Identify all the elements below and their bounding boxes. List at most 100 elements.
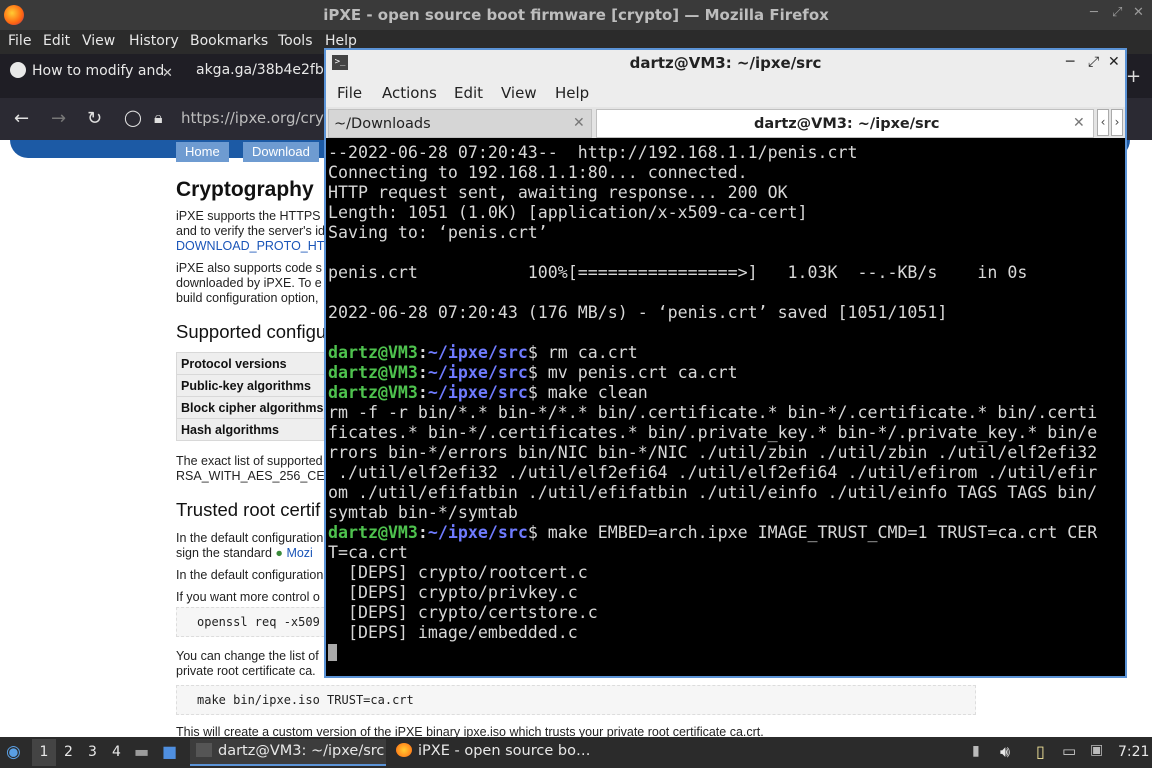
task-terminal[interactable]: dartz@VM3: ~/ipxe/src [190, 739, 386, 766]
clock[interactable]: 7:21 [1118, 744, 1149, 760]
close-icon[interactable]: ✕ [1133, 5, 1144, 20]
url-bar[interactable]: https://ipxe.org/cryp [181, 109, 333, 127]
term-menu-file[interactable]: File [337, 84, 362, 102]
terminal-titlebar: >_ dartz@VM3: ~/ipxe/src ─ ⤢ ✕ [326, 50, 1125, 77]
paragraph: The exact list of supported RSA_WITH_AES_… [176, 454, 325, 483]
terminal-line: 2022-06-28 07:20:43 (176 MB/s) - ‘penis.… [328, 303, 948, 322]
tab-label: How to modify and [32, 63, 165, 79]
tab-label: ~/Downloads [334, 116, 431, 132]
tab-close-icon[interactable]: ✕ [162, 66, 173, 81]
terminal-line: dartz@VM3:~/ipxe/src$ make clean [328, 383, 648, 402]
reload-icon[interactable]: ↻ [87, 108, 102, 129]
tab-close-icon[interactable]: ✕ [1073, 115, 1085, 131]
taskbar: ◉ 1 2 3 4 ▬ ■ dartz@VM3: ~/ipxe/src iPXE… [0, 737, 1152, 768]
maximize-icon[interactable]: ⤢ [1088, 54, 1099, 70]
terminal-tab-ipxe-src[interactable]: dartz@VM3: ~/ipxe/src ✕ [596, 109, 1094, 138]
back-icon[interactable]: ← [14, 108, 29, 129]
terminal-line: T=ca.crt [328, 543, 408, 562]
section-heading-supported: Supported configu [176, 321, 327, 342]
terminal-line: [DEPS] crypto/privkey.c [328, 583, 578, 602]
close-icon[interactable]: ✕ [1108, 54, 1120, 70]
clipboard-icon[interactable]: ▮ [972, 743, 980, 759]
tab-scroll-right-icon[interactable]: › [1111, 109, 1123, 136]
term-menu-actions[interactable]: Actions [382, 84, 437, 102]
terminal-line: [DEPS] crypto/certstore.c [328, 603, 598, 622]
task-firefox[interactable]: iPXE - open source bo… [390, 739, 590, 766]
terminal-tab-downloads[interactable]: ~/Downloads ✕ [328, 109, 592, 138]
notes-icon[interactable]: ▯ [1036, 742, 1045, 761]
terminal-text: --2022-06-28 07:20:43-- http://192.168.1… [328, 143, 1097, 663]
workspace-1[interactable]: 1 [32, 739, 56, 766]
table-row: Protocol versions [176, 352, 331, 375]
tab-label: akga.ga/38b4e2fb. [196, 62, 326, 78]
lock-icon[interactable]: 🔒︎ [154, 108, 163, 128]
terminal-title: dartz@VM3: ~/ipxe/src [629, 54, 822, 72]
terminal-line: Saving to: ‘penis.crt’ [328, 223, 548, 242]
show-desktop-icon[interactable]: ■ [162, 742, 177, 761]
github-icon [10, 62, 26, 78]
menu-file[interactable]: File [8, 33, 31, 49]
paragraph: iPXE also supports code s downloaded by i… [176, 261, 322, 305]
table-row: Block cipher algorithms [176, 396, 331, 419]
section-heading-trusted: Trusted root certif [176, 499, 321, 520]
forward-icon[interactable]: → [51, 108, 66, 129]
paragraph: If you want more control o [176, 590, 320, 604]
minimize-icon[interactable]: ─ [1090, 5, 1098, 20]
terminal-line: rrors bin-*/errors bin/NIC bin-*/NIC ./u… [328, 443, 1098, 462]
table-row: Hash algorithms [176, 418, 331, 441]
supported-config-table: Protocol versions Public-key algorithms … [176, 352, 331, 441]
file-manager-icon[interactable]: ▬ [134, 742, 149, 761]
nav-download[interactable]: Download [243, 142, 319, 162]
start-menu-icon[interactable]: ◉ [6, 742, 21, 762]
term-menu-edit[interactable]: Edit [454, 84, 483, 102]
term-menu-help[interactable]: Help [555, 84, 589, 102]
terminal-line: Connecting to 192.168.1.1:80... connecte… [328, 163, 748, 182]
network-icon[interactable]: ▭ [1062, 742, 1076, 760]
notification-icon[interactable]: ▣ [1090, 742, 1103, 758]
terminal-line: [DEPS] image/embedded.c [328, 623, 578, 642]
maximize-icon[interactable]: ⤢ [1112, 5, 1122, 20]
terminal-line: [DEPS] crypto/rootcert.c [328, 563, 588, 582]
menu-edit[interactable]: Edit [43, 33, 70, 49]
mozilla-link[interactable]: Mozi [286, 546, 312, 560]
browser-tab-github[interactable]: How to modify and ✕ [10, 62, 180, 92]
browser-tab-akga[interactable]: akga.ga/38b4e2fb. [196, 62, 326, 92]
window-title: iPXE - open source boot firmware [crypto… [323, 6, 829, 24]
paragraph: In the default configuration sign the st… [176, 531, 324, 560]
terminal-cursor [328, 644, 337, 661]
workspace-2[interactable]: 2 [64, 744, 73, 760]
terminal-line: symtab bin-*/symtab [328, 503, 518, 522]
tracking-shield-icon[interactable]: ◯ [124, 108, 142, 127]
terminal-line: dartz@VM3:~/ipxe/src$ rm ca.crt [328, 343, 638, 362]
minimize-icon[interactable]: ─ [1066, 54, 1074, 70]
nav-home[interactable]: Home [176, 142, 229, 162]
task-label: iPXE - open source bo… [418, 743, 591, 759]
menu-help[interactable]: Help [325, 33, 357, 49]
paragraph: iPXE supports the HTTPS and to verify the… [176, 209, 325, 254]
menu-tools[interactable]: Tools [278, 33, 313, 49]
firefox-titlebar: iPXE - open source boot firmware [crypto… [0, 0, 1152, 30]
download-proto-link[interactable]: DOWNLOAD_PROTO_HT [176, 239, 325, 254]
globe-icon: ● [275, 546, 283, 560]
terminal-line: --2022-06-28 07:20:43-- http://192.168.1… [328, 143, 858, 162]
menu-history[interactable]: History [129, 33, 179, 49]
terminal-menubar: File Actions Edit View Help [326, 77, 1125, 107]
terminal-line: ficates.* bin-*/.certificates.* bin/.pri… [328, 423, 1098, 442]
term-menu-view[interactable]: View [501, 84, 537, 102]
workspace-3[interactable]: 3 [88, 744, 97, 760]
terminal-output[interactable]: --2022-06-28 07:20:43-- http://192.168.1… [326, 139, 1125, 676]
menu-bookmarks[interactable]: Bookmarks [190, 33, 268, 49]
tab-close-icon[interactable]: ✕ [573, 115, 585, 131]
tab-scroll-left-icon[interactable]: ‹ [1097, 109, 1109, 136]
terminal-line: HTTP request sent, awaiting response... … [328, 183, 788, 202]
paragraph: You can change the list of private root c… [176, 649, 319, 678]
terminal-line: dartz@VM3:~/ipxe/src$ make EMBED=arch.ip… [328, 523, 1098, 542]
menu-view[interactable]: View [82, 33, 115, 49]
paragraph: In the default configuration [176, 568, 324, 582]
new-tab-icon[interactable]: + [1126, 66, 1141, 87]
workspace-4[interactable]: 4 [112, 744, 121, 760]
volume-icon[interactable]: 🔊︎ [1000, 742, 1010, 762]
